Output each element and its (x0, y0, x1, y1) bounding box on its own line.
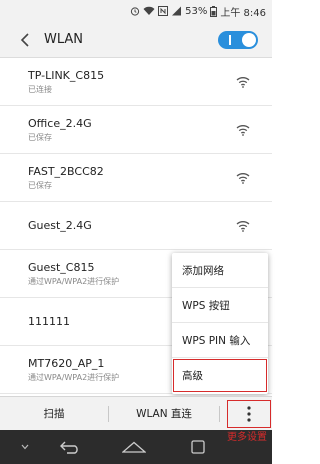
signal-icon (171, 6, 182, 16)
network-ssid: TP-LINK_C815 (28, 68, 105, 82)
back-arrow-icon (20, 32, 29, 47)
network-row[interactable]: Office_2.4G 已保存 (0, 106, 272, 154)
wifi-signal-icon (236, 124, 250, 136)
network-status: 通过WPA/WPA2进行保护 (28, 372, 120, 382)
battery-icon (210, 5, 218, 17)
action-bar: 扫描 WLAN 直连 (0, 396, 272, 430)
status-bar: 53% 上午 8:46 (0, 0, 272, 22)
header: WLAN (0, 22, 272, 58)
nfc-icon (158, 6, 169, 16)
network-ssid: MT7620_AP_1 (28, 356, 105, 370)
battery-percent: 53% (185, 5, 208, 17)
scan-button[interactable]: 扫描 (0, 406, 108, 421)
home-icon (122, 441, 146, 453)
nav-collapse-button[interactable] (14, 444, 36, 450)
nav-recents-button[interactable] (178, 440, 218, 454)
wlan-toggle[interactable] (218, 30, 258, 49)
network-row[interactable]: FAST_2BCC82 已保存 (0, 154, 272, 202)
back-button[interactable] (10, 22, 40, 58)
network-ssid: 111111 (28, 315, 70, 328)
wlan-settings-screen: 53% 上午 8:46 WLAN TP-LINK_C815 已连接 Office… (0, 0, 272, 464)
wifi-status-icon (143, 6, 155, 16)
wifi-signal-icon (236, 220, 250, 232)
nav-home-button[interactable] (114, 441, 154, 453)
menu-item-advanced[interactable]: 高级 (172, 358, 268, 393)
network-status: 已保存 (28, 180, 52, 190)
recents-icon (191, 440, 205, 454)
back-icon (60, 441, 78, 454)
more-settings-annotation: 更多设置 (227, 432, 267, 443)
network-row[interactable]: Guest_2.4G (0, 202, 272, 250)
network-ssid: Guest_2.4G (28, 219, 92, 232)
network-row[interactable]: TP-LINK_C815 已连接 (0, 58, 272, 106)
chevron-down-icon (21, 444, 29, 450)
network-ssid: Office_2.4G (28, 116, 92, 130)
more-vertical-icon (247, 405, 251, 422)
clock-time: 上午 8:46 (220, 7, 266, 19)
network-status: 已连接 (28, 84, 52, 94)
toggle-knob (242, 32, 256, 47)
network-status: 通过WPA/WPA2进行保护 (28, 276, 120, 286)
menu-item-add-network[interactable]: 添加网络 (172, 253, 268, 288)
alarm-icon (130, 6, 140, 16)
more-options-button[interactable] (226, 399, 272, 429)
overflow-menu: 添加网络 WPS 按钮 WPS PIN 输入 高级 (172, 253, 268, 394)
page-title: WLAN (44, 32, 84, 47)
wifi-signal-icon (236, 76, 250, 88)
wlan-direct-button[interactable]: WLAN 直连 (109, 406, 219, 421)
menu-item-wps-button[interactable]: WPS 按钮 (172, 288, 268, 323)
network-ssid: FAST_2BCC82 (28, 164, 104, 178)
menu-item-wps-pin[interactable]: WPS PIN 输入 (172, 323, 268, 358)
toggle-on-indicator (229, 34, 231, 45)
network-status: 已保存 (28, 132, 52, 142)
nav-back-button[interactable] (50, 440, 90, 454)
wifi-signal-icon (236, 172, 250, 184)
network-ssid: Guest_C815 (28, 260, 95, 274)
action-divider (219, 405, 220, 422)
